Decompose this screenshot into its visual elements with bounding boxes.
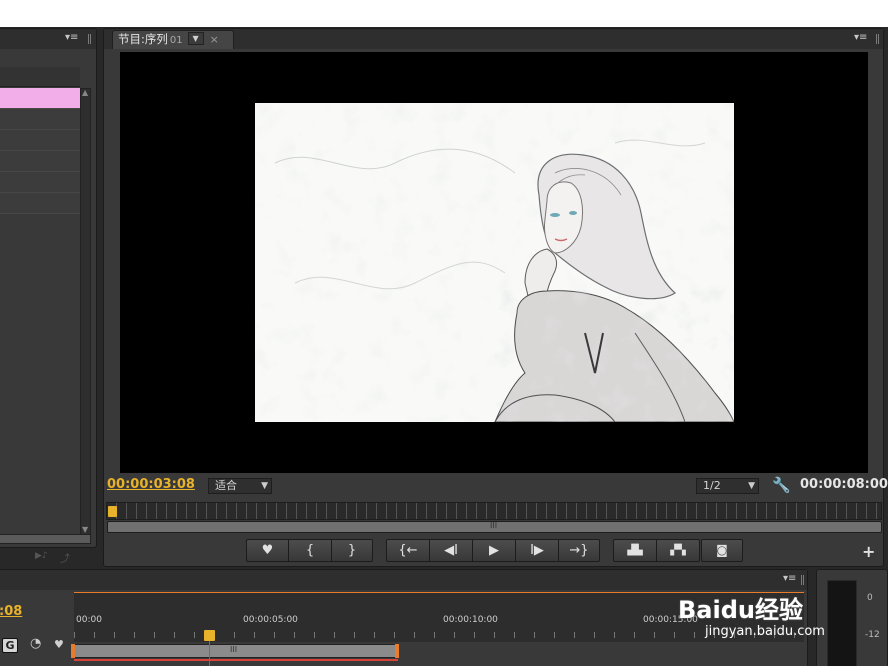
tab-sequence-number: 01 bbox=[169, 35, 183, 46]
playhead-line bbox=[209, 641, 210, 666]
project-panel: ▾≡ ▲ ▼ ▶♪ ⤴ bbox=[0, 28, 97, 565]
scroll-up-icon[interactable]: ▲ bbox=[82, 88, 88, 97]
zoom-level-select[interactable]: 适合 ▼ bbox=[208, 478, 272, 494]
project-horizontal-scrollbar[interactable] bbox=[0, 534, 91, 544]
play-button[interactable]: ▶ bbox=[472, 539, 516, 562]
meter-label: -12 bbox=[865, 630, 880, 640]
lift-button[interactable]: ▟▙ bbox=[613, 539, 657, 562]
work-area-bar[interactable]: III bbox=[74, 644, 398, 658]
ruler-label: 00:00:05:00 bbox=[243, 615, 298, 625]
video-display[interactable] bbox=[120, 52, 868, 473]
project-list-header bbox=[0, 67, 80, 87]
watermark-brand: Baidu经验 bbox=[678, 596, 803, 624]
panel-menu-icon[interactable]: ▾≡ bbox=[65, 32, 78, 43]
work-area-handle-label: III bbox=[230, 645, 238, 654]
chevron-down-icon: ▼ bbox=[261, 481, 268, 491]
close-icon[interactable]: × bbox=[210, 33, 219, 46]
zoom-level-value: 适合 bbox=[215, 479, 237, 492]
panel-grip-icon[interactable] bbox=[876, 34, 880, 44]
go-to-in-button[interactable]: {← bbox=[386, 539, 430, 562]
list-item[interactable] bbox=[0, 151, 80, 172]
add-marker-button[interactable]: ♥ bbox=[246, 539, 289, 562]
mark-out-button[interactable]: } bbox=[331, 539, 373, 562]
playback-resolution-select[interactable]: 1/2 ▼ bbox=[696, 478, 759, 494]
list-item[interactable] bbox=[0, 109, 80, 130]
scroll-down-icon[interactable]: ▼ bbox=[82, 525, 88, 534]
duration-timecode: 00:00:08:00 bbox=[800, 477, 888, 492]
automate-to-sequence-icon[interactable]: ▶♪ bbox=[35, 551, 48, 561]
baidu-watermark-logo: Baidu经验 bbox=[678, 590, 803, 625]
panel-menu-icon[interactable]: ▾≡ bbox=[854, 32, 867, 43]
ruler-ticks bbox=[74, 632, 804, 638]
panel-menu-icon[interactable]: ▾≡ bbox=[783, 573, 796, 584]
playhead-marker-icon[interactable] bbox=[204, 630, 215, 641]
playhead-marker-icon[interactable] bbox=[108, 506, 117, 517]
current-timecode[interactable]: 00:00:03:08 bbox=[107, 477, 195, 492]
linked-selection-icon[interactable]: ◔ bbox=[30, 636, 41, 651]
extract-button[interactable]: ▞▚ bbox=[656, 539, 700, 562]
list-item[interactable] bbox=[0, 172, 80, 193]
tab-title: 节目:序列 bbox=[118, 32, 168, 46]
export-frame-button[interactable]: ◙ bbox=[701, 539, 743, 562]
list-item-selected[interactable] bbox=[0, 88, 80, 109]
chevron-down-icon: ▼ bbox=[748, 481, 755, 491]
list-item[interactable] bbox=[0, 193, 80, 214]
settings-wrench-icon[interactable]: 🔧 bbox=[772, 476, 791, 494]
panel-grip-icon[interactable] bbox=[801, 575, 805, 585]
meter-label: 0 bbox=[867, 593, 873, 603]
panel-grip-icon[interactable] bbox=[88, 34, 92, 44]
ruler-label: 00:00 bbox=[76, 615, 102, 625]
resolution-value: 1/2 bbox=[703, 479, 721, 492]
project-vertical-scrollbar[interactable]: ▲ ▼ bbox=[80, 88, 91, 538]
monitor-time-ruler[interactable] bbox=[106, 502, 882, 520]
render-bar bbox=[74, 659, 398, 661]
playback-button-group: {← ◀I ▶ I▶ →} bbox=[386, 539, 600, 562]
video-frame-sketch-image bbox=[255, 103, 734, 422]
edit-button-group: ▟▙ ▞▚ bbox=[613, 539, 700, 562]
button-editor-add-button[interactable]: + bbox=[862, 542, 875, 561]
program-monitor-panel: 节目:序列 01 ▼ × ▾≡ 00:00:03:08 适合 ▼ 1/2 ▼ 🔧… bbox=[103, 28, 888, 567]
step-forward-button[interactable]: I▶ bbox=[515, 539, 559, 562]
ruler-label: 00:00:10:00 bbox=[443, 615, 498, 625]
work-area-end-icon[interactable] bbox=[395, 644, 399, 658]
scroll-handle-label: III bbox=[490, 521, 498, 530]
mark-in-button[interactable]: { bbox=[288, 539, 332, 562]
snap-button[interactable]: G bbox=[2, 638, 18, 653]
watermark-url: jingyan.baidu.com bbox=[705, 624, 825, 639]
meter-track bbox=[827, 580, 857, 666]
add-marker-icon[interactable]: ♥ bbox=[54, 638, 64, 651]
chevron-down-icon[interactable]: ▼ bbox=[187, 32, 204, 45]
step-back-button[interactable]: ◀I bbox=[429, 539, 473, 562]
monitor-zoom-scrollbar[interactable]: III bbox=[107, 521, 882, 533]
tab-program-monitor[interactable]: 节目:序列 01 ▼ × bbox=[112, 30, 234, 49]
new-item-icon[interactable]: ⤴ bbox=[60, 550, 70, 565]
audio-meter-panel: 0 -12 bbox=[816, 569, 888, 666]
top-white-strip bbox=[0, 0, 888, 27]
marker-button-group: ♥ { } bbox=[246, 539, 373, 562]
list-item[interactable] bbox=[0, 130, 80, 151]
work-area-start-icon[interactable] bbox=[71, 644, 75, 658]
timeline-timecode[interactable]: :08 bbox=[0, 604, 22, 619]
go-to-out-button[interactable]: →} bbox=[558, 539, 600, 562]
